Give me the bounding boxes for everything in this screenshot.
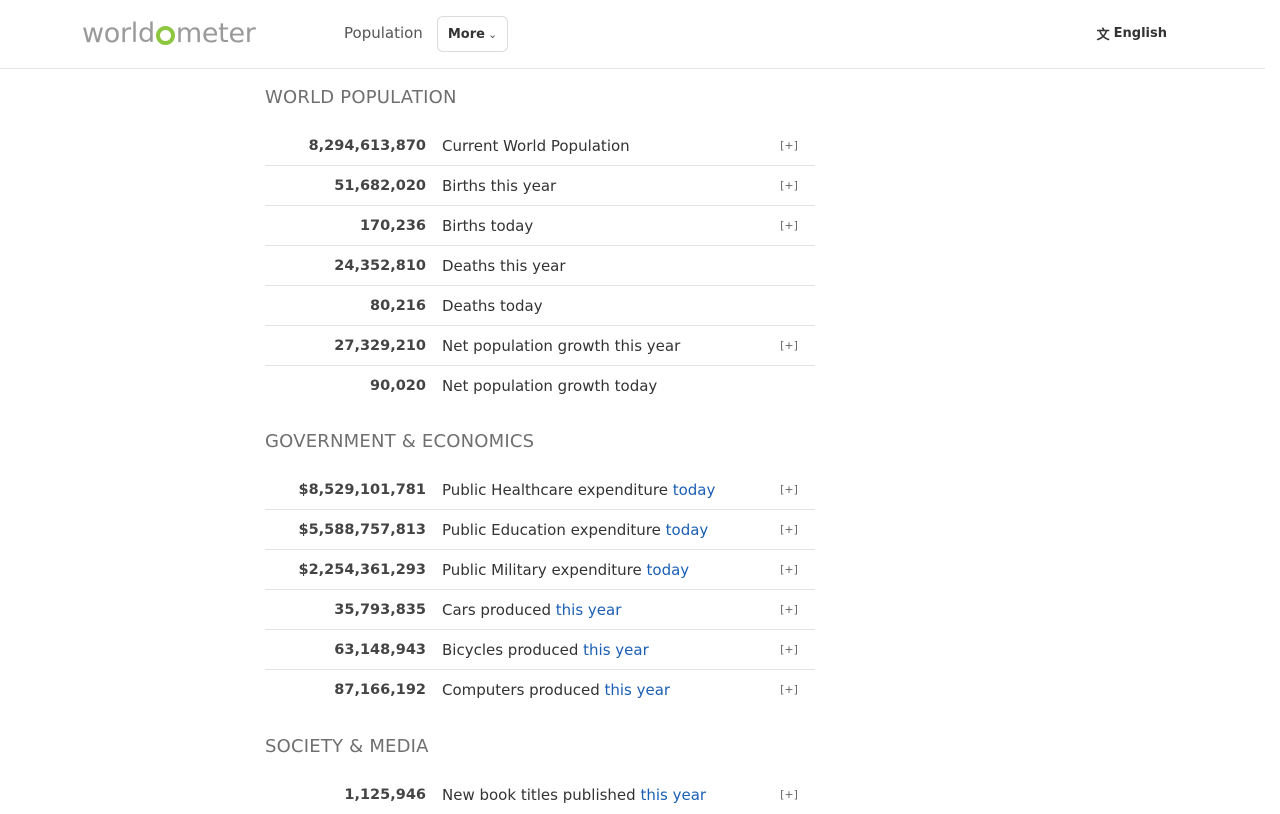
expand-toggle[interactable]: [+]	[771, 683, 807, 696]
counter-label-text: Current World Population	[442, 136, 630, 155]
counter-label: Public Military expenditure today	[426, 561, 771, 579]
counter-value: $2,254,361,293	[298, 561, 426, 578]
counter-label-text: Births this year	[442, 176, 557, 195]
counter-label-text: Cars produced	[442, 600, 551, 619]
section-government-economics: GOVERNMENT & ECONOMICS $8,529,101,781 Pub…	[265, 429, 815, 709]
counter-label-text: Computers produced	[442, 680, 600, 699]
counter-list: $8,529,101,781 Public Healthcare expendit…	[265, 470, 815, 709]
counter-row: 27,329,210 Net population growth this yea…	[265, 326, 815, 366]
counter-label-text: New book titles published	[442, 785, 636, 804]
counter-value: 24,352,810	[334, 257, 426, 274]
counter-value: 87,166,192	[334, 681, 426, 698]
language-label: English	[1113, 26, 1167, 41]
logo-text-end: meter	[175, 18, 256, 49]
counter-row: 87,166,192 Computers produced this year [+…	[265, 670, 815, 709]
counter-label: Births today	[426, 217, 771, 235]
counter-value: 8,294,613,870	[308, 137, 426, 154]
section-society-media: SOCIETY & MEDIA 1,125,946 New book titles…	[265, 734, 815, 814]
counter-label-text: Deaths this year	[442, 256, 566, 275]
expand-toggle[interactable]: [+]	[771, 219, 807, 232]
section-title: GOVERNMENT & ECONOMICS	[265, 431, 535, 452]
counter-row: 1,125,946 New book titles published this …	[265, 775, 815, 814]
expand-toggle[interactable]: [+]	[771, 179, 807, 192]
counter-value: 35,793,835	[334, 601, 426, 618]
counter-value: 51,682,020	[334, 177, 426, 194]
counter-row: 35,793,835 Cars produced this year [+]	[265, 590, 815, 630]
logo-o-icon	[155, 26, 175, 45]
counter-label: Cars produced this year	[426, 601, 771, 619]
counter-value: 170,236	[359, 217, 426, 234]
counter-row: 24,352,810 Deaths this year	[265, 246, 815, 286]
section-world-population: WORLD POPULATION 8,294,613,870 Current Wo…	[265, 85, 815, 405]
counter-period-link[interactable]: today	[647, 561, 690, 579]
more-label: More	[447, 26, 485, 42]
expand-toggle[interactable]: [+]	[771, 523, 807, 536]
counter-label: Public Education expenditure today	[426, 521, 771, 539]
counter-value: $5,588,757,813	[298, 521, 426, 538]
counter-row: 51,682,020 Births this year [+]	[265, 166, 815, 206]
counter-period-link[interactable]: this year	[583, 641, 649, 659]
counter-label: Deaths today	[426, 297, 771, 315]
counter-period-link[interactable]: this year	[605, 681, 671, 699]
counter-label-text: Net population growth this year	[442, 336, 681, 355]
counter-list: 8,294,613,870 Current World Population [+]…	[265, 126, 815, 405]
worldometer-logo[interactable]: world meter	[82, 16, 256, 52]
nav-population-link[interactable]: Population	[344, 23, 423, 43]
language-selector[interactable]: 文 English	[1097, 24, 1167, 43]
counter-list: 1,125,946 New book titles published this …	[265, 775, 815, 814]
counter-label: Computers produced this year	[426, 681, 771, 699]
expand-toggle[interactable]: [+]	[771, 563, 807, 576]
counter-label: Net population growth today	[426, 377, 771, 395]
counter-row: 80,216 Deaths today	[265, 286, 815, 326]
counter-label-text: Public Military expenditure	[442, 560, 642, 579]
counter-row: 90,020 Net population growth today	[265, 366, 815, 405]
expand-toggle[interactable]: [+]	[771, 603, 807, 616]
section-title: SOCIETY & MEDIA	[265, 736, 429, 757]
counter-period-link[interactable]: today	[673, 481, 716, 499]
counter-label: Public Healthcare expenditure today	[426, 481, 771, 499]
counter-label: Bicycles produced this year	[426, 641, 771, 659]
counter-value: 90,020	[370, 377, 426, 394]
counter-row: 170,236 Births today [+]	[265, 206, 815, 246]
counter-row: $8,529,101,781 Public Healthcare expendit…	[265, 470, 815, 510]
counter-label: Current World Population	[426, 137, 771, 155]
counter-label-text: Public Healthcare expenditure	[442, 480, 668, 499]
expand-toggle[interactable]: [+]	[771, 339, 807, 352]
counter-row: $5,588,757,813 Public Education expenditu…	[265, 510, 815, 550]
expand-toggle[interactable]: [+]	[771, 139, 807, 152]
more-dropdown-button[interactable]: More ⌄	[437, 16, 508, 52]
counter-label-text: Births today	[442, 216, 534, 235]
expand-toggle[interactable]: [+]	[771, 788, 807, 801]
counter-label-text: Public Education expenditure	[442, 520, 661, 539]
counter-value: $8,529,101,781	[298, 481, 426, 498]
counter-period-link[interactable]: this year	[640, 786, 706, 804]
counter-label-text: Deaths today	[442, 296, 543, 315]
counter-row: 63,148,943 Bicycles produced this year [+]	[265, 630, 815, 670]
counter-period-link[interactable]: today	[666, 521, 709, 539]
counter-value: 27,329,210	[334, 337, 426, 354]
logo-text-start: world	[82, 18, 155, 49]
expand-toggle[interactable]: [+]	[771, 643, 807, 656]
counter-value: 1,125,946	[344, 786, 426, 803]
counter-row: 8,294,613,870 Current World Population [+]	[265, 126, 815, 166]
counter-row: $2,254,361,293 Public Military expenditur…	[265, 550, 815, 590]
chevron-down-icon: ⌄	[487, 27, 498, 41]
translate-icon: 文	[1096, 28, 1110, 43]
counter-label-text: Bicycles produced	[442, 640, 579, 659]
counter-label: Net population growth this year	[426, 337, 771, 355]
counter-label: New book titles published this year	[426, 786, 771, 804]
section-title: WORLD POPULATION	[265, 87, 457, 108]
counter-label: Births this year	[426, 177, 771, 195]
counter-label: Deaths this year	[426, 257, 771, 275]
site-header: world meter Population More ⌄ 文 English	[0, 0, 1265, 69]
counter-value: 63,148,943	[334, 641, 426, 658]
counter-period-link[interactable]: this year	[556, 601, 622, 619]
counter-value: 80,216	[370, 297, 426, 314]
expand-toggle[interactable]: [+]	[771, 483, 807, 496]
counter-label-text: Net population growth today	[442, 376, 658, 395]
